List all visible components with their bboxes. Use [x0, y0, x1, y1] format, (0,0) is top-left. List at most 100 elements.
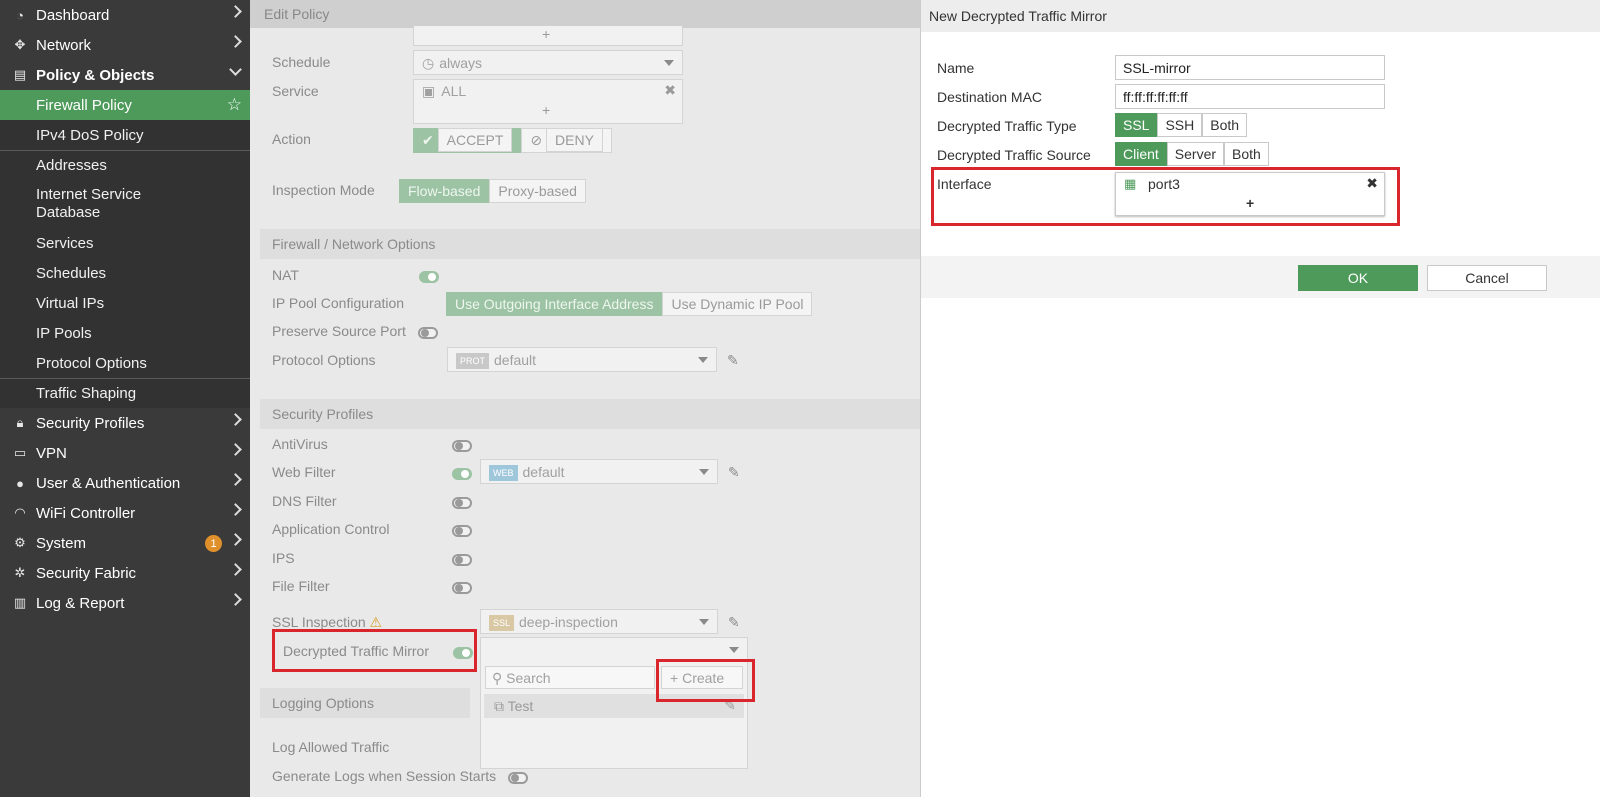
ok-button[interactable]: OK: [1298, 265, 1418, 291]
highlight-box: [272, 629, 477, 672]
proto-select[interactable]: PROT default: [447, 347, 717, 372]
nav-network[interactable]: ✥ Network: [0, 30, 250, 60]
flow-based-button[interactable]: Flow-based: [399, 179, 490, 203]
deny-label: DENY: [546, 128, 603, 152]
source-label: Decrypted Traffic Source: [937, 147, 1091, 163]
add-icon[interactable]: +: [542, 102, 550, 118]
outgoing-iface-button[interactable]: Use Outgoing Interface Address: [446, 292, 663, 316]
inspection-toggle: Flow-based Proxy-based: [399, 179, 586, 203]
accept-label: ACCEPT: [437, 128, 513, 152]
sidebar-item-firewall-policy[interactable]: Firewall Policy ☆: [0, 90, 250, 120]
nat-toggle[interactable]: [419, 271, 439, 283]
filefilter-label: File Filter: [272, 578, 330, 594]
star-icon[interactable]: ☆: [227, 95, 242, 115]
preserve-toggle[interactable]: [418, 327, 438, 339]
sub-label: Services: [36, 234, 94, 252]
mac-field[interactable]: ff:ff:ff:ff:ff:ff: [1115, 84, 1385, 109]
sidebar-item-protocol-options[interactable]: Protocol Options: [0, 348, 250, 378]
pencil-icon[interactable]: ✎: [728, 614, 740, 631]
filefilter-toggle[interactable]: [452, 582, 472, 594]
sub-label: Protocol Options: [36, 354, 147, 372]
pencil-icon[interactable]: ✎: [727, 352, 739, 369]
clock-icon: ◷: [422, 55, 435, 71]
search-placeholder: Search: [506, 670, 551, 686]
nav-log-report[interactable]: ▥ Log & Report: [0, 588, 250, 618]
gen-logs-toggle[interactable]: [508, 772, 528, 784]
highlight-box: [656, 659, 755, 702]
name-field[interactable]: SSL-mirror: [1115, 55, 1385, 80]
antivirus-toggle[interactable]: [452, 440, 472, 452]
source-toggle: Client Server Both: [1115, 142, 1269, 166]
chevron-down-icon: [229, 63, 242, 76]
sidebar-item-addresses[interactable]: Addresses: [0, 150, 250, 180]
nav-system[interactable]: ⚙ System 1: [0, 528, 250, 558]
sidebar-item-virtual-ips[interactable]: Virtual IPs: [0, 288, 250, 318]
schedule-select[interactable]: ◷ always: [413, 50, 683, 75]
sidebar-item-schedules[interactable]: Schedules: [0, 258, 250, 288]
appctrl-toggle[interactable]: [452, 525, 472, 537]
sidebar-item-isdb[interactable]: Internet Service Database: [0, 180, 250, 228]
source-add-box[interactable]: +: [413, 26, 683, 46]
nav-label: Log & Report: [36, 594, 125, 612]
nav-label: Policy & Objects: [36, 66, 155, 84]
fabric-icon: ✲: [14, 565, 26, 580]
webfilter-select[interactable]: WEB default: [480, 459, 718, 484]
search-input[interactable]: ⚲ Search: [485, 666, 655, 689]
dtm-dropdown[interactable]: ⚲ Search + Create ⧉ Test ✎: [480, 637, 748, 769]
ssl-value: deep-inspection: [519, 614, 618, 630]
nav-security-profiles[interactable]: 🔒︎ Security Profiles: [0, 408, 250, 438]
nav-wifi[interactable]: ◠ WiFi Controller: [0, 498, 250, 528]
nav-user-auth[interactable]: ● User & Authentication: [0, 468, 250, 498]
gen-logs-label: Generate Logs when Session Starts: [272, 768, 497, 784]
proto-label: Protocol Options: [272, 352, 376, 368]
sidebar: ◔ Dashboard ✥ Network ▤ Policy & Objects…: [0, 0, 250, 797]
cancel-button[interactable]: Cancel: [1427, 265, 1547, 291]
close-icon[interactable]: ✖: [664, 82, 676, 99]
ips-toggle[interactable]: [452, 554, 472, 566]
add-icon[interactable]: +: [542, 26, 550, 42]
ssl-select[interactable]: SSL deep-inspection: [480, 609, 718, 634]
dynamic-pool-button[interactable]: Use Dynamic IP Pool: [662, 292, 813, 316]
nav-label: Network: [36, 36, 92, 54]
sub-label: Traffic Shaping: [36, 385, 137, 402]
dnsfilter-label: DNS Filter: [272, 493, 337, 509]
sub-label: Firewall Policy: [36, 96, 132, 114]
web-value: default: [522, 464, 565, 480]
type-both-button[interactable]: Both: [1202, 113, 1248, 137]
webfilter-toggle[interactable]: [452, 468, 472, 480]
nav-label: Dashboard: [36, 6, 110, 24]
deny-button[interactable]: ⊘ DENY: [521, 128, 612, 153]
name-label: Name: [937, 60, 975, 76]
mac-label: Destination MAC: [937, 89, 1043, 105]
sub-label: Addresses: [36, 157, 107, 174]
nav-label: User & Authentication: [36, 474, 181, 492]
source-client-button[interactable]: Client: [1115, 142, 1167, 166]
chevron-right-icon: [229, 533, 242, 546]
sidebar-item-services[interactable]: Services: [0, 228, 250, 258]
type-ssl-button[interactable]: SSL: [1115, 113, 1158, 137]
sidebar-item-ipv4-dos[interactable]: IPv4 DoS Policy: [0, 120, 250, 150]
nav-policy-objects[interactable]: ▤ Policy & Objects: [0, 60, 250, 90]
antivirus-label: AntiVirus: [272, 436, 328, 452]
nav-security-fabric[interactable]: ✲ Security Fabric: [0, 558, 250, 588]
notification-badge: 1: [205, 535, 222, 552]
nav-dashboard[interactable]: ◔ Dashboard: [0, 0, 250, 30]
source-both-button[interactable]: Both: [1224, 142, 1269, 166]
accept-button[interactable]: ✔ ACCEPT: [413, 128, 522, 153]
edit-policy-panel: Edit Policy + Schedule ◷ always Service ▣…: [250, 0, 920, 797]
nav-vpn[interactable]: ▭ VPN: [0, 438, 250, 468]
log-allowed-label: Log Allowed Traffic: [272, 739, 390, 755]
user-icon: ●: [16, 475, 24, 491]
nav-label: WiFi Controller: [36, 504, 136, 522]
service-select[interactable]: ▣ ALL ✖ +: [413, 79, 683, 124]
chevron-down-icon: [664, 60, 674, 66]
type-ssh-button[interactable]: SSH: [1157, 113, 1203, 137]
proxy-based-button[interactable]: Proxy-based: [489, 179, 586, 203]
dnsfilter-toggle[interactable]: [452, 497, 472, 509]
sidebar-item-ip-pools[interactable]: IP Pools: [0, 318, 250, 348]
sub-label: Virtual IPs: [36, 294, 105, 312]
source-server-button[interactable]: Server: [1166, 142, 1225, 166]
pencil-icon[interactable]: ✎: [728, 464, 740, 481]
sidebar-item-traffic-shaping[interactable]: Traffic Shaping: [0, 378, 250, 408]
dialog-title: New Decrypted Traffic Mirror: [921, 0, 1600, 32]
